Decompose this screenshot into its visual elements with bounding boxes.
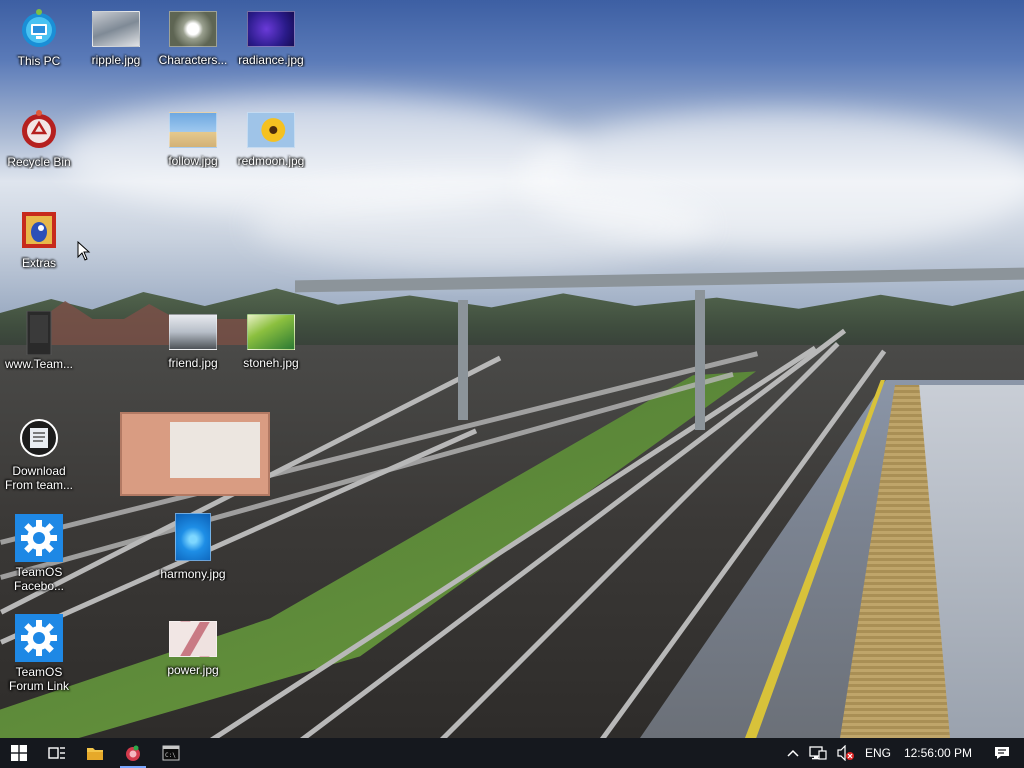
desktop-icon-label: redmoon.jpg <box>237 154 305 168</box>
desktop-icon-label: Characters... <box>158 53 228 67</box>
desktop-icon-ripple[interactable]: ripple.jpg <box>78 8 154 67</box>
image-file-icon <box>169 621 217 657</box>
gear-icon <box>15 614 63 662</box>
desktop-icon-label: www.Team... <box>4 357 73 371</box>
desktop-icon-follow[interactable]: follow.jpg <box>155 109 231 168</box>
svg-text:C:\: C:\ <box>165 752 176 759</box>
file-explorer-icon <box>87 748 103 760</box>
image-file-icon <box>92 11 140 47</box>
image-file-icon <box>247 112 295 148</box>
image-file-icon <box>175 513 211 561</box>
taskbar-app[interactable] <box>114 738 152 768</box>
input-language-button[interactable]: ENG <box>860 738 896 768</box>
desktop-icon-teamos-forum[interactable]: TeamOS Forum Link <box>1 614 77 693</box>
desktop-icon-redmoon[interactable]: redmoon.jpg <box>233 109 309 168</box>
app-icon <box>126 745 140 761</box>
image-file-icon <box>169 314 217 350</box>
desktop-icon-radiance[interactable]: radiance.jpg <box>233 8 309 67</box>
desktop-icon-stoneh[interactable]: stoneh.jpg <box>233 311 309 370</box>
mouse-cursor-icon <box>77 241 91 261</box>
gear-icon <box>15 514 63 562</box>
desktop-icon-label: radiance.jpg <box>238 53 304 67</box>
desktop-icon-label: Download From team... <box>4 464 73 492</box>
desktop-wallpaper <box>0 0 1024 738</box>
taskbar-file-explorer[interactable] <box>76 738 114 768</box>
download-icon <box>19 418 59 458</box>
show-hidden-icons-button[interactable] <box>782 738 804 768</box>
task-view-button[interactable] <box>38 738 76 768</box>
chevron-up-icon <box>787 749 799 757</box>
desktop-icon-label: Extras <box>21 256 56 270</box>
volume-button[interactable] <box>832 738 860 768</box>
desktop-icon-label: follow.jpg <box>168 154 218 168</box>
desktop-icon-this-pc[interactable]: This PC <box>1 8 77 68</box>
desktop-icon-teamos-web[interactable]: www.Team... <box>1 310 77 371</box>
desktop-icon-friend[interactable]: friend.jpg <box>155 311 231 370</box>
windows-start-icon <box>11 745 27 761</box>
network-icon <box>809 746 827 760</box>
desktop-icon-label: ripple.jpg <box>91 53 141 67</box>
desktop-icon-extras[interactable]: Extras <box>1 210 77 270</box>
desktop-icon-recycle-bin[interactable]: Recycle Bin <box>1 109 77 169</box>
start-button[interactable] <box>0 738 38 768</box>
volume-muted-icon <box>837 745 854 761</box>
desktop-icon-characters[interactable]: Characters... <box>155 8 231 67</box>
this-pc-icon <box>19 8 59 48</box>
desktop-icon-label: TeamOS Forum Link <box>8 665 70 693</box>
desktop-icon-label: This PC <box>17 54 61 68</box>
image-file-icon <box>169 11 217 47</box>
desktop-icon-power[interactable]: power.jpg <box>155 618 231 677</box>
taskbar: C:\ ENG 12:56:00 PM <box>0 738 1024 768</box>
image-file-icon <box>247 11 295 47</box>
notifications-icon <box>995 747 1009 759</box>
shortcut-icon <box>19 310 59 356</box>
desktop-icon-download[interactable]: Download From team... <box>1 418 77 492</box>
action-center-button[interactable] <box>980 738 1024 768</box>
desktop-icon-teamos-facebook[interactable]: TeamOS Facebo... <box>1 514 77 593</box>
command-prompt-icon: C:\ <box>162 745 180 761</box>
desktop-icon-harmony[interactable]: harmony.jpg <box>155 510 231 581</box>
extras-folder-icon <box>19 210 59 250</box>
desktop-icon-label: friend.jpg <box>168 356 218 370</box>
image-file-icon <box>247 314 295 350</box>
taskbar-command-prompt[interactable]: C:\ <box>152 738 190 768</box>
desktop-icon-label: Recycle Bin <box>7 155 71 169</box>
desktop-icon-label: TeamOS Facebo... <box>13 565 65 593</box>
desktop-icon-label: stoneh.jpg <box>243 356 299 370</box>
system-tray: ENG 12:56:00 PM <box>782 738 1024 768</box>
clock[interactable]: 12:56:00 PM <box>896 738 980 768</box>
desktop-icon-label: harmony.jpg <box>160 567 226 581</box>
desktop-icon-label: power.jpg <box>167 663 219 677</box>
image-file-icon <box>169 112 217 148</box>
recycle-bin-icon <box>19 109 59 149</box>
network-button[interactable] <box>804 738 832 768</box>
task-view-icon <box>48 747 65 759</box>
